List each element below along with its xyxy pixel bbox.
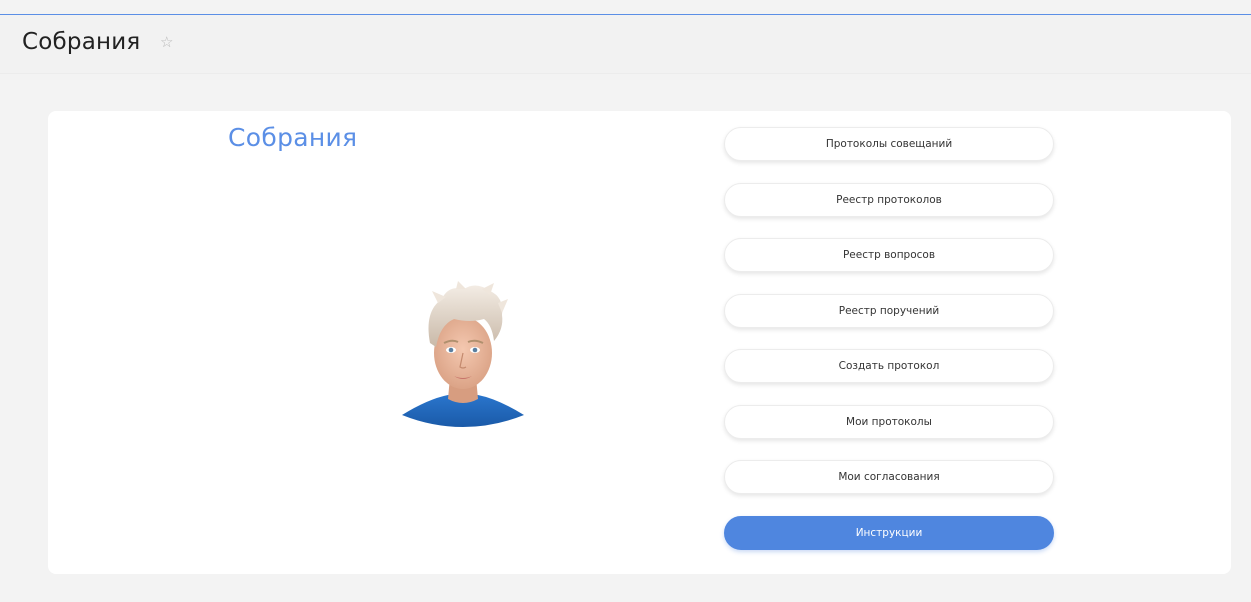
page-header: Собрания ☆ <box>0 15 1251 74</box>
my-approvals-button[interactable]: Мои согласования <box>724 460 1054 494</box>
favorite-star-icon[interactable]: ☆ <box>160 35 173 50</box>
my-minutes-button[interactable]: Мои протоколы <box>724 404 1054 439</box>
content-card: Собрания Протоколы совещаний Реестр прот… <box>48 111 1231 574</box>
assistant-avatar <box>402 281 524 427</box>
card-title: Собрания <box>228 123 358 152</box>
create-minutes-button[interactable]: Создать протокол <box>724 349 1054 383</box>
minutes-registry-button[interactable]: Реестр протоколов <box>724 182 1054 217</box>
page-title: Собрания <box>22 29 141 55</box>
questions-registry-button[interactable]: Реестр вопросов <box>724 238 1054 272</box>
assignments-registry-button[interactable]: Реестр поручений <box>724 293 1054 328</box>
meeting-minutes-button[interactable]: Протоколы совещаний <box>724 127 1054 161</box>
navigation-menu: Протоколы совещаний Реестр протоколов Ре… <box>724 127 1054 571</box>
instructions-button[interactable]: Инструкции <box>724 515 1054 550</box>
